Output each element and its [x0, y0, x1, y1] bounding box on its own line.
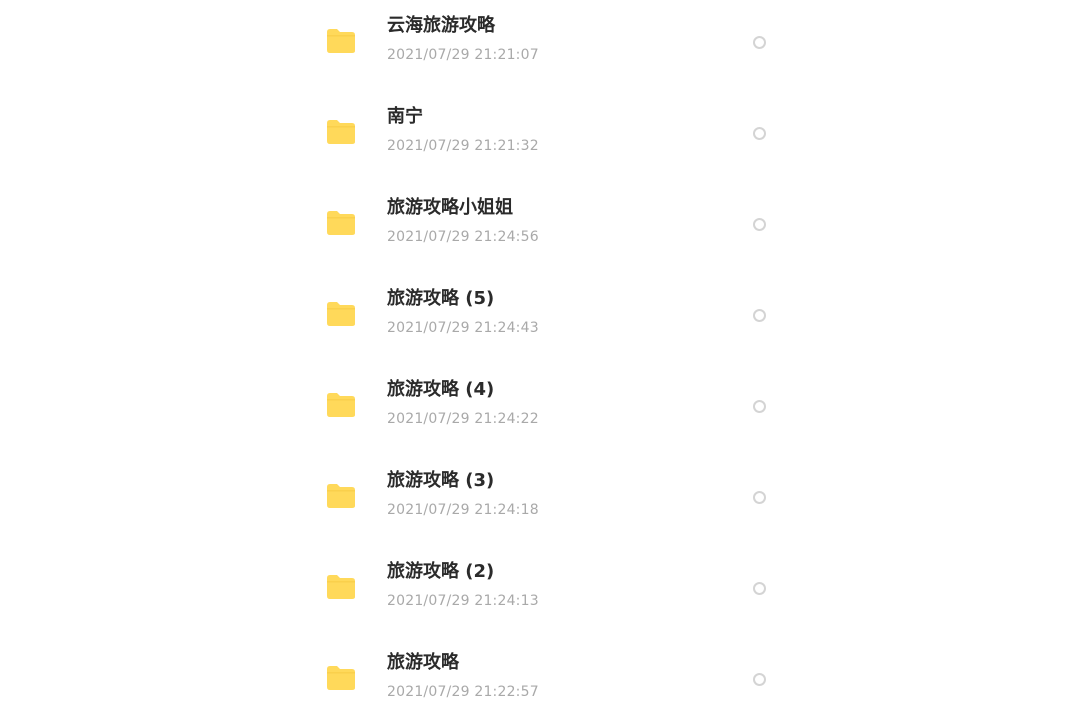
select-radio[interactable] — [753, 582, 766, 595]
file-date: 2021/07/29 21:24:13 — [387, 593, 539, 609]
file-name: 云海旅游攻略 — [387, 15, 495, 36]
file-date: 2021/07/29 21:24:18 — [387, 502, 539, 518]
file-name: 南宁 — [387, 106, 423, 127]
file-row[interactable]: 南宁 2021/07/29 21:21:32 — [300, 77, 780, 168]
file-date: 2021/07/29 21:24:56 — [387, 229, 539, 245]
folder-icon — [326, 665, 356, 691]
folder-icon — [326, 119, 356, 145]
file-date: 2021/07/29 21:24:22 — [387, 411, 539, 427]
file-row[interactable]: 旅游攻略 (5) 2021/07/29 21:24:43 — [300, 259, 780, 350]
file-date: 2021/07/29 21:22:57 — [387, 684, 539, 700]
select-radio[interactable] — [753, 673, 766, 686]
folder-icon — [326, 483, 356, 509]
file-list: 云海旅游攻略 2021/07/29 21:21:07 南宁 2021/07/29… — [0, 0, 1080, 720]
file-row[interactable]: 旅游攻略 2021/07/29 21:22:57 — [300, 623, 780, 714]
file-name: 旅游攻略 (3) — [387, 470, 495, 491]
file-name: 旅游攻略 (4) — [387, 379, 495, 400]
select-radio[interactable] — [753, 400, 766, 413]
select-radio[interactable] — [753, 491, 766, 504]
folder-icon — [326, 574, 356, 600]
select-radio[interactable] — [753, 218, 766, 231]
file-row[interactable]: 旅游攻略 (3) 2021/07/29 21:24:18 — [300, 441, 780, 532]
file-date: 2021/07/29 21:21:07 — [387, 47, 539, 63]
file-date: 2021/07/29 21:21:32 — [387, 138, 539, 154]
file-name: 旅游攻略小姐姐 — [387, 197, 513, 218]
folder-icon — [326, 28, 356, 54]
folder-icon — [326, 301, 356, 327]
file-name: 旅游攻略 (2) — [387, 561, 495, 582]
file-row[interactable]: 旅游攻略 (2) 2021/07/29 21:24:13 — [300, 532, 780, 623]
file-row[interactable]: 旅游攻略小姐姐 2021/07/29 21:24:56 — [300, 168, 780, 259]
file-date: 2021/07/29 21:24:43 — [387, 320, 539, 336]
select-radio[interactable] — [753, 36, 766, 49]
file-row[interactable]: 云海旅游攻略 2021/07/29 21:21:07 — [300, 0, 780, 77]
folder-icon — [326, 392, 356, 418]
file-row[interactable]: 旅游攻略 (4) 2021/07/29 21:24:22 — [300, 350, 780, 441]
file-name: 旅游攻略 (5) — [387, 288, 495, 309]
folder-icon — [326, 210, 356, 236]
select-radio[interactable] — [753, 127, 766, 140]
select-radio[interactable] — [753, 309, 766, 322]
file-name: 旅游攻略 — [387, 652, 459, 673]
